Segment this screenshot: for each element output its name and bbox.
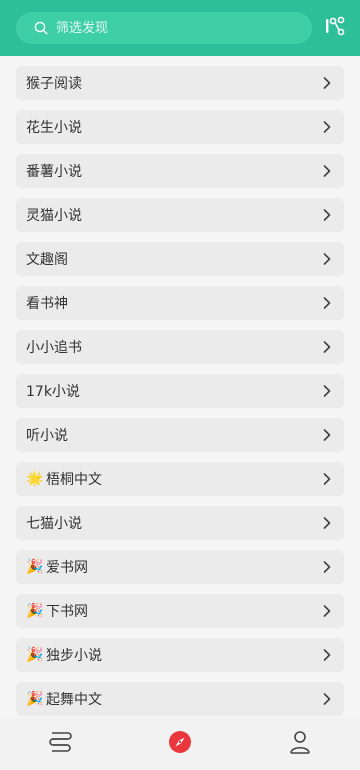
flow-button[interactable] [322,15,348,41]
list-item-label: 猴子阅读 [26,76,82,92]
list-item-label: 七猫小说 [26,516,82,532]
list-item-label: 灵猫小说 [26,208,82,224]
chevron-right-icon [322,252,332,266]
list-item-label: 17k小说 [26,384,80,400]
chevron-right-icon [322,428,332,442]
tab-bookshelf[interactable] [30,718,90,770]
list-item[interactable]: 七猫小说 [16,506,344,540]
list-item[interactable]: 听小说 [16,418,344,452]
chevron-right-icon [322,384,332,398]
list-item[interactable]: 灵猫小说 [16,198,344,232]
bookshelf-icon [47,730,73,758]
list-item[interactable]: 文趣阁 [16,242,344,276]
chevron-right-icon [322,648,332,662]
list-item-label: 花生小说 [26,120,82,136]
compass-icon [168,730,192,758]
tab-discover[interactable] [150,718,210,770]
list-item[interactable]: 17k小说 [16,374,344,408]
chevron-right-icon [322,164,332,178]
header-bar [0,0,360,56]
item-emoji: 🌟 [26,471,44,487]
list-item[interactable]: 花生小说 [16,110,344,144]
list-item-label: 爱书网 [46,560,88,576]
chevron-right-icon [322,208,332,222]
list-item[interactable]: 番薯小说 [16,154,344,188]
list-item[interactable]: 🎉 独步小说 [16,638,344,672]
tab-profile[interactable] [270,718,330,770]
list-item-label: 小小追书 [26,340,82,356]
search-box[interactable] [16,12,312,44]
source-list: 猴子阅读 花生小说 番薯小说 灵猫小说 文趣阁 看书神 小小追书 17k小说 听… [16,66,344,726]
list-item-label: 文趣阁 [26,252,68,268]
list-item-label: 独步小说 [46,648,102,664]
chevron-right-icon [322,560,332,574]
item-emoji: 🎉 [26,603,44,619]
list-item[interactable]: 🎉 起舞中文 [16,682,344,716]
chevron-right-icon [322,296,332,310]
chevron-right-icon [322,604,332,618]
list-item[interactable]: 猴子阅读 [16,66,344,100]
list-item-label: 梧桐中文 [46,472,102,488]
list-item[interactable]: 看书神 [16,286,344,320]
search-input[interactable] [54,19,312,37]
person-icon [288,729,312,759]
chevron-right-icon [322,692,332,706]
item-emoji: 🎉 [26,691,44,707]
flow-icon [324,15,346,41]
list-item-label: 听小说 [26,428,68,444]
item-emoji: 🎉 [26,559,44,575]
list-item[interactable]: 🌟 梧桐中文 [16,462,344,496]
list-item-label: 下书网 [46,604,88,620]
list-item-label: 起舞中文 [46,692,102,708]
chevron-right-icon [322,340,332,354]
chevron-right-icon [322,76,332,90]
list-item[interactable]: 🎉 爱书网 [16,550,344,584]
list-item[interactable]: 小小追书 [16,330,344,364]
chevron-right-icon [322,472,332,486]
bottom-tab-bar [0,718,360,770]
chevron-right-icon [322,516,332,530]
search-icon [34,21,48,35]
item-emoji: 🎉 [26,647,44,663]
list-item-label: 看书神 [26,296,68,312]
list-item[interactable]: 🎉 下书网 [16,594,344,628]
list-item-label: 番薯小说 [26,164,82,180]
chevron-right-icon [322,120,332,134]
